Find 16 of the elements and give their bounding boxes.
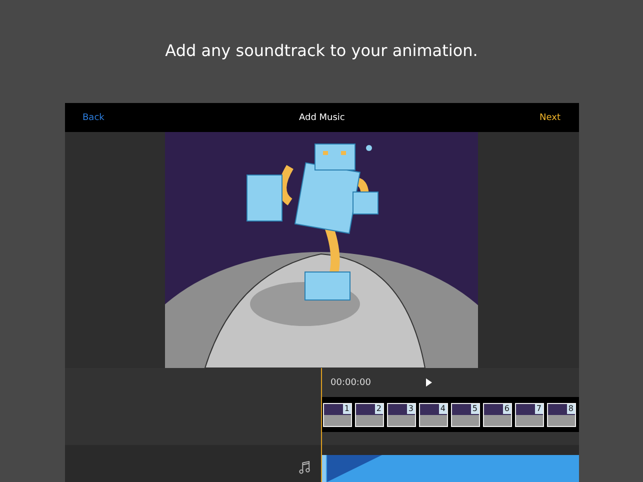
screen-title: Add Music xyxy=(298,112,345,122)
frame-thumbnail[interactable]: 6 xyxy=(482,402,512,426)
frame-thumbnail[interactable]: 7 xyxy=(514,402,544,426)
frame-thumbnail[interactable]: 3 xyxy=(386,402,416,426)
next-link[interactable]: Next xyxy=(540,112,560,122)
music-note-icon xyxy=(298,461,310,474)
timecode: 00:00:00 xyxy=(330,378,371,388)
frame-thumbnail[interactable]: 8 xyxy=(546,402,576,426)
frame-thumbnail[interactable]: 4 xyxy=(418,402,448,426)
frame-thumbnail[interactable]: 2 xyxy=(354,402,384,426)
play-icon[interactable] xyxy=(426,378,432,387)
audio-track[interactable] xyxy=(322,455,578,482)
back-link[interactable]: Back xyxy=(82,112,104,122)
frame-thumbnail[interactable]: 1 xyxy=(322,402,352,426)
frame-thumbnail[interactable]: 5 xyxy=(450,402,480,426)
headline: Add any soundtrack to your animation. xyxy=(165,40,478,62)
